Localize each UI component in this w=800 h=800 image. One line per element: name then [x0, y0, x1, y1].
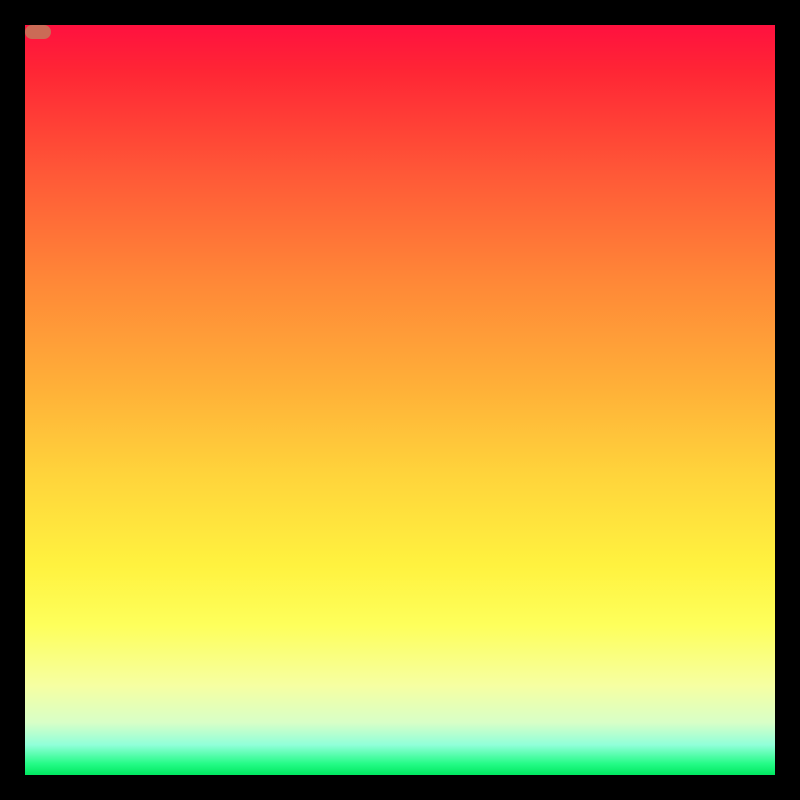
trough-marker: [25, 25, 51, 39]
plot-area: [25, 25, 775, 775]
bottleneck-curves: [25, 25, 775, 775]
chart-frame: [0, 0, 800, 800]
